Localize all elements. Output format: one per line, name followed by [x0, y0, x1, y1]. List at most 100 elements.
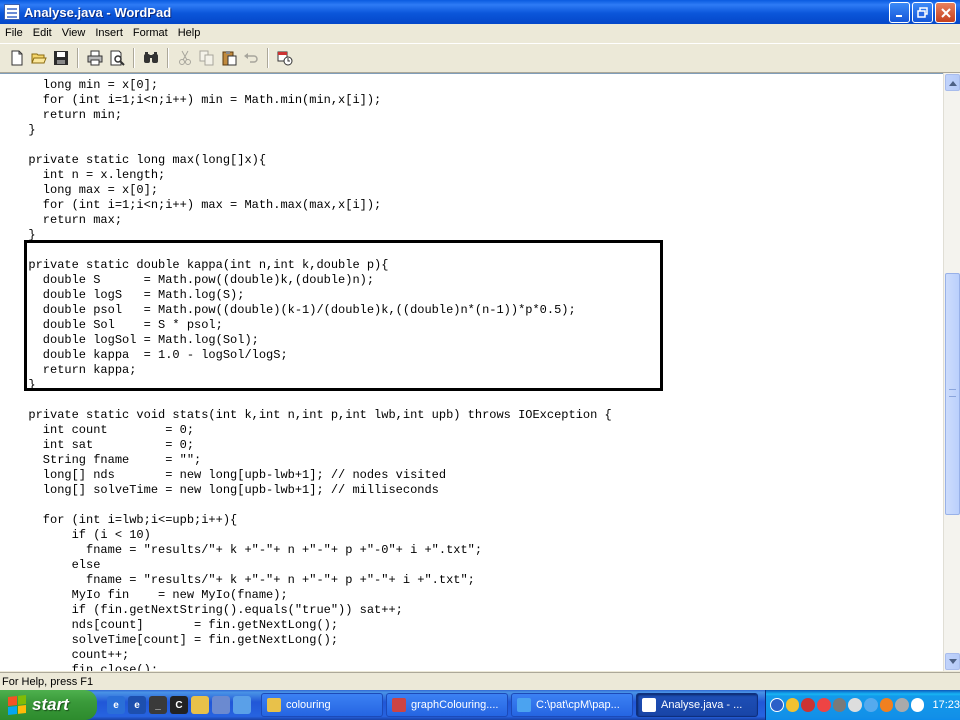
insert-datetime-button[interactable] [274, 47, 296, 69]
taskbar-clock[interactable]: 17:23 [932, 699, 960, 711]
undo-button[interactable] [240, 47, 262, 69]
cut-button[interactable] [174, 47, 196, 69]
taskbar-tasks: colouring graphColouring.... C:\pat\cpM\… [261, 693, 758, 717]
task-label: Analyse.java - ... [661, 699, 743, 711]
menu-bar: File Edit View Insert Format Help [0, 24, 960, 42]
task-colouring[interactable]: colouring [261, 693, 383, 717]
code-line: for (int i=1;i<n;i++) min = Math.min(min… [14, 93, 382, 107]
code-line: fin.close(); [14, 663, 159, 671]
save-button[interactable] [50, 47, 72, 69]
code-line: long min = x[0]; [14, 78, 159, 92]
kappa-method-highlight [24, 240, 663, 391]
maximize-button[interactable] [912, 2, 933, 23]
copy-button[interactable] [196, 47, 218, 69]
print-preview-button[interactable] [106, 47, 128, 69]
scroll-down-arrow-icon [948, 658, 957, 664]
speaker-icon[interactable] [848, 698, 862, 712]
restore-icon [916, 6, 928, 18]
task-label: C:\pat\cpM\pap... [536, 699, 620, 711]
internet-explorer-icon [517, 698, 531, 712]
folder-icon[interactable] [191, 696, 209, 714]
open-icon [31, 53, 47, 64]
code-line: MyIo fin = new MyIo(fname); [14, 588, 288, 602]
toolbar-separator [167, 48, 169, 68]
code-line: fname = "results/"+ k +"-"+ n +"-"+ p +"… [14, 573, 475, 587]
show-desktop-icon[interactable] [233, 696, 251, 714]
undo-icon [244, 53, 258, 63]
find-icon [144, 52, 158, 63]
scroll-thumb[interactable] [945, 273, 960, 515]
scroll-grip [949, 389, 956, 397]
title-bar[interactable]: Analyse.java - WordPad [0, 0, 960, 24]
menu-file[interactable]: File [0, 27, 28, 39]
menu-view[interactable]: View [57, 27, 91, 39]
close-button[interactable] [935, 2, 956, 23]
taskbar: start e e _ C colouring graphColouring..… [0, 690, 960, 720]
minimize-icon [895, 14, 902, 17]
new-button[interactable] [6, 47, 28, 69]
tray-info-icon[interactable] [910, 698, 925, 712]
scroll-up-button[interactable] [945, 74, 960, 91]
update-icon[interactable] [879, 698, 894, 712]
paste-button[interactable] [218, 47, 240, 69]
tray-expand-icon[interactable] [770, 698, 784, 712]
tools-icon[interactable] [212, 696, 230, 714]
document-editor[interactable]: long min = x[0]; for (int i=1;i<n;i++) m… [0, 73, 943, 671]
vertical-scrollbar[interactable] [943, 73, 960, 671]
code-line: return min; [14, 108, 123, 122]
windows-logo-icon [8, 695, 26, 715]
window-controls [889, 2, 956, 23]
code-line: return max; [14, 213, 123, 227]
antivirus-icon[interactable] [801, 698, 815, 712]
copy-icon [199, 50, 214, 66]
ie-alt-icon[interactable]: e [128, 696, 146, 714]
code-line: } [14, 123, 36, 137]
tray-misc-icon[interactable] [895, 698, 909, 712]
code-line: count++; [14, 648, 130, 662]
code-line: String fname = ""; [14, 453, 202, 467]
quick-launch: e e _ C [107, 696, 251, 714]
status-help-text: For Help, press F1 [2, 675, 94, 688]
command-prompt-icon[interactable]: C [170, 696, 188, 714]
start-button[interactable]: start [0, 690, 97, 720]
menu-edit[interactable]: Edit [28, 27, 57, 39]
code-line: long[] nds = new long[upb-lwb+1]; // nod… [14, 468, 447, 482]
find-button[interactable] [140, 47, 162, 69]
wordpad-app-icon[interactable] [4, 4, 20, 20]
code-line: else [14, 558, 101, 572]
minimize-button[interactable] [889, 2, 910, 23]
print-button[interactable] [84, 47, 106, 69]
cut-icon [179, 50, 191, 65]
code-line: int count = 0; [14, 423, 195, 437]
close-icon [940, 7, 951, 18]
task-analyse-wordpad[interactable]: Analyse.java - ... [636, 693, 758, 717]
toolbar-separator [77, 48, 79, 68]
task-label: colouring [286, 699, 331, 711]
print-preview-icon [110, 50, 125, 66]
code-line: int n = x.length; [14, 168, 166, 182]
messenger-icon[interactable] [863, 698, 878, 712]
document-icon [392, 698, 406, 712]
code-line: if (fin.getNextString().equals("true")) … [14, 603, 403, 617]
open-button[interactable] [28, 47, 50, 69]
network-icon[interactable] [832, 698, 847, 712]
menu-format[interactable]: Format [128, 27, 173, 39]
code-line: for (int i=1;i<n;i++) max = Math.max(max… [14, 198, 382, 212]
scroll-down-button[interactable] [945, 653, 960, 670]
task-explorer-path[interactable]: C:\pat\cpM\pap... [511, 693, 633, 717]
alert-icon[interactable] [816, 698, 831, 712]
menu-insert[interactable]: Insert [90, 27, 128, 39]
system-tray: 17:23 [765, 690, 960, 720]
menu-help[interactable]: Help [173, 27, 206, 39]
terminal-icon[interactable]: _ [149, 696, 167, 714]
internet-explorer-icon[interactable]: e [107, 696, 125, 714]
save-icon [54, 51, 68, 65]
folder-icon [267, 698, 281, 712]
code-line: fname = "results/"+ k +"-"+ n +"-"+ p +"… [14, 543, 483, 557]
toolbar-separator [267, 48, 269, 68]
code-line: if (i < 10) [14, 528, 151, 542]
security-shield-icon[interactable] [785, 698, 800, 712]
task-graphcolouring[interactable]: graphColouring.... [386, 693, 508, 717]
